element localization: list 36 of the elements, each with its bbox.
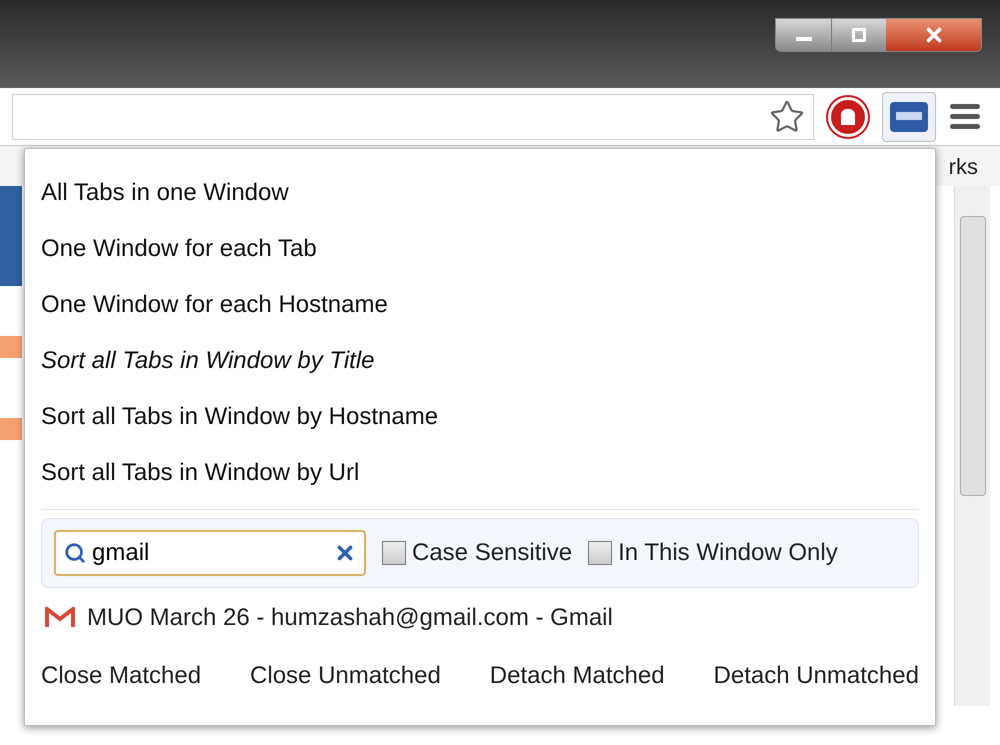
action-link[interactable]: Close Matched [41,658,202,694]
checkbox-option[interactable]: Case Sensitive [382,535,572,571]
action-link[interactable]: Close Unmatched [250,658,441,694]
search-input[interactable]: gmail [92,535,328,571]
close-button[interactable] [886,19,981,51]
menu-item[interactable]: Sort all Tabs in Window by Hostname [41,389,919,445]
result-item[interactable]: MUO March 26 - humzashah@gmail.com - Gmail [41,588,919,648]
scrollbar-thumb[interactable] [960,216,986,496]
action-link[interactable]: Detach Unmatched [714,658,919,694]
menu-item[interactable]: Sort all Tabs in Window by Url [41,445,919,501]
menu-item[interactable]: One Window for each Tab [41,221,919,277]
checkbox-label: In This Window Only [618,538,838,568]
page-fragment [0,418,22,440]
menu-item[interactable]: One Window for each Hostname [41,277,919,333]
search-field[interactable]: gmail [54,530,366,576]
menu-item[interactable]: Sort all Tabs in Window by Title [41,333,919,389]
checkbox-label: Case Sensitive [412,538,572,568]
mail-icon [45,607,75,629]
menu-icon[interactable] [950,104,980,129]
restore-button[interactable] [831,19,886,51]
extension-button[interactable] [882,92,936,142]
checkbox-option[interactable]: In This Window Only [588,535,838,571]
action-link[interactable]: Detach Matched [490,658,665,694]
scrollbar[interactable] [954,186,990,706]
minimize-button[interactable] [776,19,831,51]
page-fragment [0,336,22,358]
bookmark-star-icon[interactable] [769,98,805,134]
bookmark-label[interactable]: rks [948,150,978,182]
result-title: MUO March 26 - humzashah@gmail.com - Gmail [87,603,613,633]
checkbox[interactable] [382,541,406,565]
checkbox[interactable] [588,541,612,565]
restore-icon [852,28,866,42]
minimize-icon [796,37,812,41]
menu-item[interactable]: All Tabs in one Window [41,165,919,221]
search-icon[interactable] [64,542,86,564]
stop-sign-icon[interactable] [828,96,868,136]
